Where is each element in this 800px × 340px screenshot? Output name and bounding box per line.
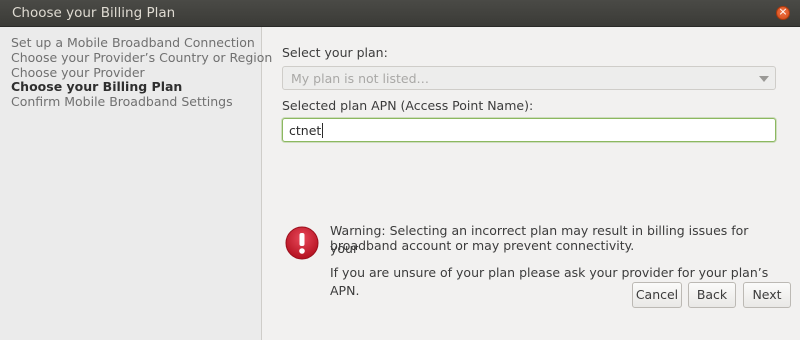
plan-label: Select your plan: <box>282 45 388 60</box>
title-bar[interactable]: Choose your Billing Plan × <box>0 0 800 27</box>
plan-combobox[interactable]: My plan is not listed… <box>282 66 776 90</box>
plan-combobox-value: My plan is not listed… <box>291 71 430 86</box>
warning-text-line-2: broadband account or may prevent connect… <box>330 238 635 253</box>
close-button[interactable]: × <box>776 5 790 20</box>
sidebar-step-country: Choose your Provider’s Country or Region <box>11 50 273 65</box>
window-title: Choose your Billing Plan <box>12 5 176 21</box>
next-button[interactable]: Next <box>743 282 791 308</box>
sidebar-step-confirm: Confirm Mobile Broadband Settings <box>11 94 233 109</box>
steps-sidebar: Set up a Mobile Broadband Connection Cho… <box>0 27 272 340</box>
sidebar-step-provider: Choose your Provider <box>11 65 145 80</box>
assistant-window: Choose your Billing Plan × Set up a Mobi… <box>0 0 800 340</box>
apn-label: Selected plan APN (Access Point Name): <box>282 98 534 113</box>
chevron-down-icon <box>759 76 769 82</box>
close-icon: × <box>778 5 788 18</box>
sidebar-step-setup: Set up a Mobile Broadband Connection <box>11 35 255 50</box>
sidebar-step-billing-plan: Choose your Billing Plan <box>11 79 183 94</box>
apn-input[interactable]: ctnet <box>282 118 776 142</box>
error-icon <box>285 226 319 260</box>
back-button[interactable]: Back <box>688 282 736 308</box>
cancel-button[interactable]: Cancel <box>632 282 682 308</box>
apn-input-value: ctnet <box>289 123 324 138</box>
